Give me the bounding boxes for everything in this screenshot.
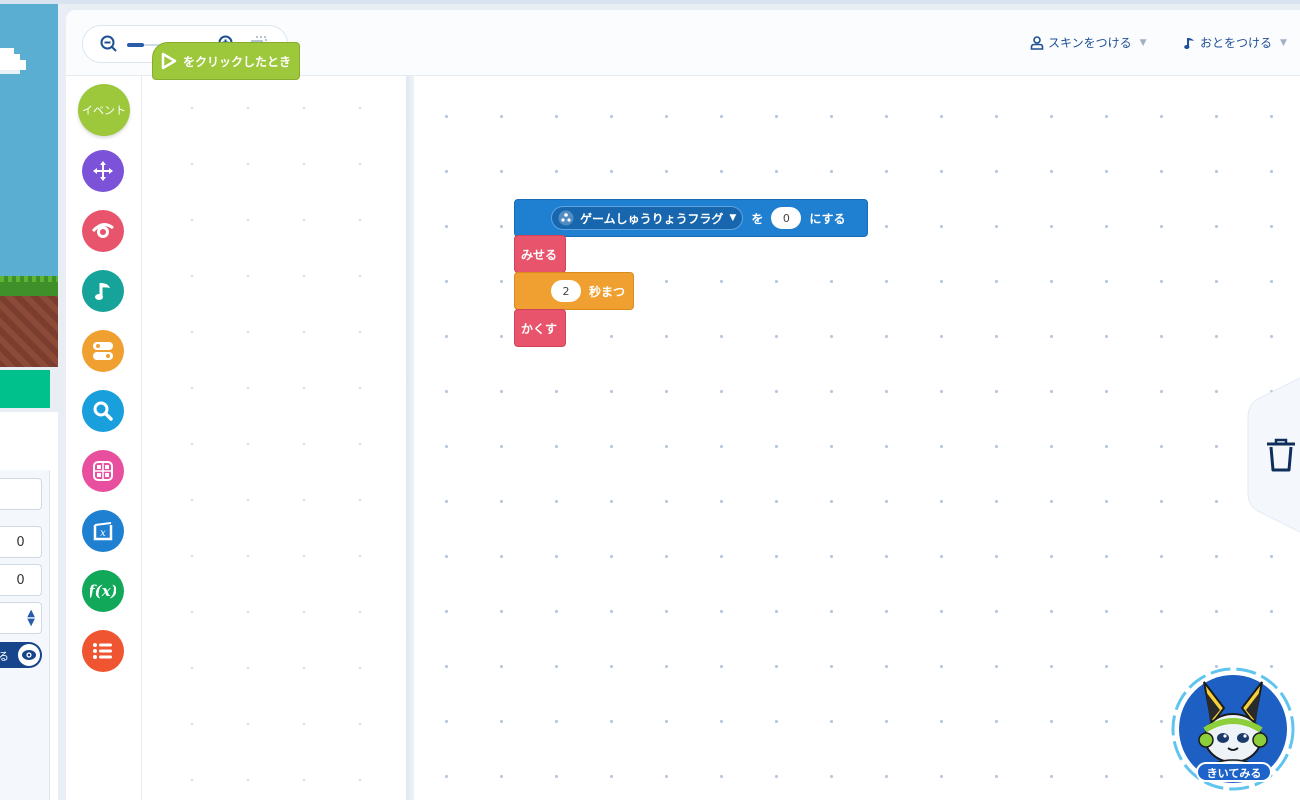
chevron-down-icon: ▼ <box>1280 37 1287 48</box>
visibility-toggle[interactable]: る <box>0 642 42 668</box>
cloud-image <box>0 48 26 74</box>
hide-label: かくす <box>521 321 558 336</box>
sprite-name-input[interactable] <box>0 478 42 510</box>
y-position-input[interactable]: 0 <box>0 564 42 596</box>
flyout-divider <box>406 76 414 800</box>
looks-eye-icon <box>91 223 114 238</box>
category-lists[interactable] <box>82 630 124 672</box>
set-variable-block[interactable]: ゲームしゅうりょうフラグ ▼ を 0 にする <box>514 199 868 237</box>
variable-dropdown[interactable]: ゲームしゅうりょうフラグ ▼ <box>551 206 744 230</box>
block-flyout <box>142 76 406 800</box>
block-category-list: イベント x f(x) <box>66 76 142 800</box>
variable-name: ゲームしゅうりょうフラグ <box>580 211 724 226</box>
chevron-down-icon: ▼ <box>1139 37 1147 48</box>
svg-text:x: x <box>100 528 106 539</box>
add-sound-button[interactable]: おとをつける ▼ <box>1184 34 1287 51</box>
category-operators[interactable] <box>82 450 124 492</box>
music-note-icon <box>1184 37 1194 49</box>
list-icon <box>93 643 112 659</box>
music-note-icon <box>95 283 110 300</box>
search-icon <box>93 401 113 421</box>
category-event-label: イベント <box>82 104 126 117</box>
control-toggle-icon <box>93 342 113 360</box>
x-position-input[interactable]: 0 <box>0 526 42 558</box>
visibility-toggle-label: る <box>0 650 9 663</box>
ground-dirt <box>0 296 58 367</box>
set-to-label: を <box>751 211 764 226</box>
green-action-button[interactable] <box>0 370 50 408</box>
svg-text:f(x): f(x) <box>90 582 116 600</box>
wait-seconds-input[interactable]: 2 <box>551 280 581 302</box>
variable-x-icon: x <box>93 522 113 541</box>
script-workspace[interactable] <box>414 76 1300 800</box>
select-arrows-icon: ▲ ▼ <box>27 608 35 628</box>
category-motion[interactable] <box>82 150 124 192</box>
show-label: みせる <box>521 247 558 262</box>
set-suffix-label: にする <box>809 211 846 226</box>
ground-grass <box>0 276 58 296</box>
dropdown-arrow-icon: ▼ <box>729 213 737 223</box>
calculator-icon <box>93 461 113 481</box>
eye-icon <box>18 644 40 666</box>
move-arrows-icon <box>93 161 113 181</box>
sprite-properties-card <box>0 470 50 800</box>
category-sensing[interactable] <box>82 390 124 432</box>
category-sound[interactable] <box>82 270 124 312</box>
wait-suffix-label: 秒まつ <box>589 284 626 299</box>
variable-people-icon <box>558 210 574 226</box>
trash-area[interactable] <box>1246 375 1300 535</box>
when-clicked-label: をクリックしたとき <box>183 54 292 69</box>
category-event[interactable]: イベント <box>78 84 130 136</box>
play-icon <box>161 52 177 70</box>
when-clicked-block[interactable]: をクリックしたとき <box>152 42 301 80</box>
code-editor: スキンをつける ▼ おとをつける ▼ イベント x (x をクリックしたとき ゲ… <box>66 10 1300 800</box>
add-skin-button[interactable]: スキンをつける ▼ <box>1030 34 1147 51</box>
add-sound-label: おとをつける <box>1200 36 1273 50</box>
category-looks[interactable] <box>82 210 124 252</box>
category-functions[interactable]: f(x) <box>82 570 124 612</box>
top-border <box>0 0 1300 4</box>
wait-block[interactable]: 2 秒まつ <box>514 272 634 310</box>
category-variables[interactable]: x <box>82 510 124 552</box>
category-control[interactable] <box>82 330 124 372</box>
trash-icon <box>1267 438 1295 472</box>
ask-mascot-button[interactable]: きいてみる <box>1196 762 1272 782</box>
show-block[interactable]: みせる <box>514 235 566 273</box>
person-icon <box>1030 35 1044 50</box>
zoom-out-icon[interactable] <box>99 34 119 54</box>
add-skin-label: スキンをつける <box>1048 36 1132 50</box>
hide-block[interactable]: かくす <box>514 309 566 347</box>
set-value-input[interactable]: 0 <box>771 207 802 229</box>
direction-select[interactable]: ▲ ▼ <box>0 602 42 634</box>
function-fx-icon: f(x) <box>90 582 116 600</box>
stage-preview[interactable] <box>0 4 58 367</box>
